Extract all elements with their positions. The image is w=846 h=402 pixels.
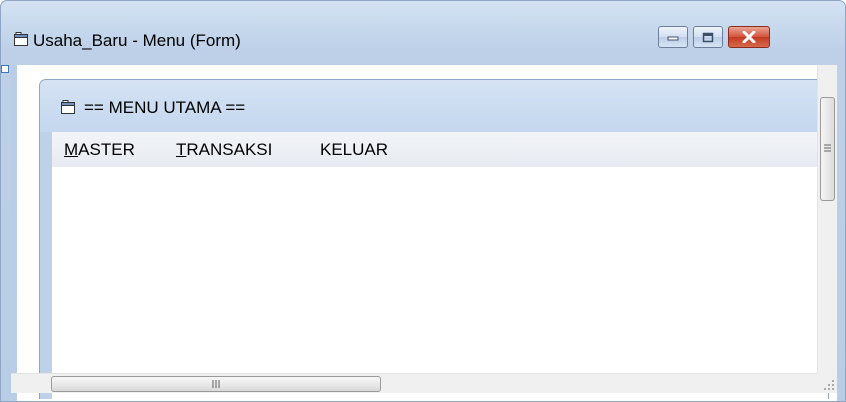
form-icon: [61, 100, 75, 114]
menu-master[interactable]: MASTER: [64, 140, 135, 160]
minimize-button[interactable]: [658, 26, 688, 48]
menu-access-key: T: [176, 140, 187, 159]
form-icon: [14, 32, 28, 46]
grip-icon: [212, 380, 220, 388]
vertical-scrollbar[interactable]: [817, 65, 837, 373]
maximize-icon: [702, 32, 714, 42]
menu-access-key: M: [64, 140, 79, 159]
grip-icon: [824, 144, 831, 152]
maximize-button[interactable]: [693, 26, 723, 48]
form-title: == MENU UTAMA ==: [84, 98, 246, 117]
selection-handle[interactable]: [1, 65, 9, 73]
designer-window: Usaha_Baru - Menu (Form) == MENU UTAMA =…: [0, 0, 846, 402]
menu-label: KELUAR: [320, 140, 389, 159]
horizontal-scroll-thumb[interactable]: [51, 376, 381, 392]
window-title: Usaha_Baru - Menu (Form): [33, 31, 241, 50]
menu-transaksi[interactable]: TRANSAKSI: [176, 140, 272, 160]
menu-keluar[interactable]: KELUAR: [320, 140, 388, 160]
vertical-scroll-thumb[interactable]: [820, 97, 835, 201]
horizontal-scrollbar[interactable]: [11, 373, 817, 393]
menu-bar: MASTER TRANSAKSI KELUAR: [52, 132, 828, 167]
close-icon: [742, 31, 756, 43]
minimize-icon: [667, 36, 679, 41]
designer-client-area: == MENU UTAMA == MASTER TRANSAKSI KELUAR: [11, 65, 837, 401]
size-grip[interactable]: [817, 373, 837, 393]
menu-label: RANSAKSI: [186, 140, 273, 159]
menu-label: ASTER: [78, 140, 135, 159]
client-edge: [11, 65, 17, 401]
form-body: MASTER TRANSAKSI KELUAR: [52, 132, 828, 399]
resize-grip-icon: [824, 380, 834, 390]
form-window[interactable]: == MENU UTAMA == MASTER TRANSAKSI KELUAR: [39, 79, 829, 399]
form-titlebar[interactable]: == MENU UTAMA ==: [40, 80, 828, 132]
close-button[interactable]: [728, 26, 770, 48]
